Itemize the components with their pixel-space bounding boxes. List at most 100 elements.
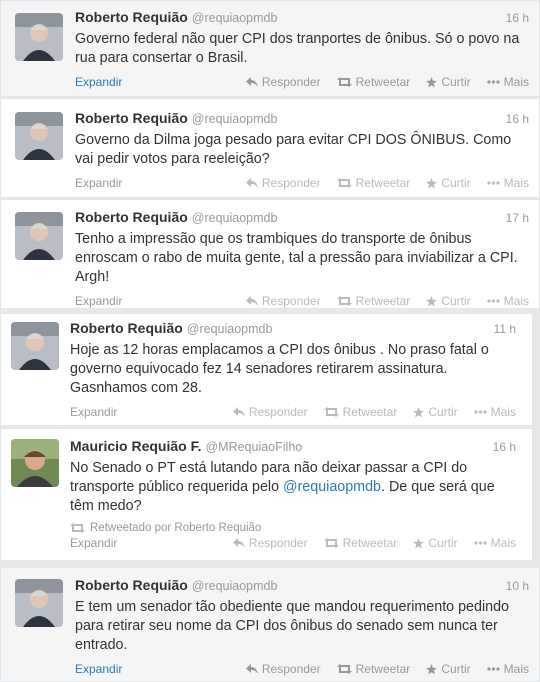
favorite-button[interactable]: Curtir <box>413 536 458 550</box>
reply-label: Responder <box>261 75 321 89</box>
reply-button[interactable]: Responder <box>232 405 308 419</box>
more-icon <box>487 80 500 84</box>
favorite-button[interactable]: Curtir <box>426 662 471 676</box>
author-name[interactable]: Roberto Requião <box>75 110 188 126</box>
favorite-label: Curtir <box>428 405 458 419</box>
retweet-button[interactable]: Retweetar <box>336 176 411 190</box>
more-label: Mais <box>490 536 516 550</box>
retweet-context: Retweetado por Roberto Requião <box>70 522 516 534</box>
more-icon <box>474 541 487 545</box>
more-label: Mais <box>503 662 529 676</box>
retweet-label: Retweetar <box>355 75 411 89</box>
author-handle[interactable]: @MRequiaoFilho <box>205 440 302 454</box>
favorite-button[interactable]: Curtir <box>426 75 471 89</box>
reply-button[interactable]: Responder <box>245 294 321 308</box>
tweet-text: Hoje as 12 horas emplacamos a CPI dos ôn… <box>70 342 489 396</box>
author-name[interactable]: Roberto Requião <box>75 209 188 225</box>
avatar[interactable] <box>15 112 63 160</box>
author-name[interactable]: Mauricio Requião F. <box>70 438 201 454</box>
author-handle[interactable]: @requiaopmdb <box>192 11 278 25</box>
reply-icon <box>245 296 258 306</box>
expand-link[interactable]: Expandir <box>75 176 122 190</box>
retweet-label: Retweetar <box>355 294 411 308</box>
author-handle[interactable]: @requiaopmdb <box>192 211 278 225</box>
more-button[interactable]: Mais <box>474 405 516 419</box>
avatar[interactable] <box>11 439 59 487</box>
author-name[interactable]: Roberto Requião <box>75 577 188 593</box>
tweet-card[interactable]: Mauricio Requião F. @MRequiaoFilho 16 h N… <box>0 428 533 561</box>
star-icon <box>426 76 438 87</box>
author-handle[interactable]: @requiaopmdb <box>192 112 278 126</box>
timestamp[interactable]: 16 h <box>493 440 516 454</box>
timestamp[interactable]: 10 h <box>506 579 529 593</box>
retweet-button[interactable]: Retweetar <box>336 75 411 89</box>
retweet-button[interactable]: Retweetar <box>336 662 411 676</box>
tweet-card[interactable]: Roberto Requião @requiaopmdb 16 h Governo… <box>0 98 540 198</box>
expand-link[interactable]: Expandir <box>70 405 117 419</box>
tweet-card[interactable]: Roberto Requião @requiaopmdb 11 h Hoje as… <box>0 313 533 426</box>
star-icon <box>426 177 438 188</box>
reply-button[interactable]: Responder <box>232 536 308 550</box>
retweeted-by-label[interactable]: Retweetado por Roberto Requião <box>90 522 261 534</box>
more-button[interactable]: Mais <box>487 176 529 190</box>
retweet-label: Retweetar <box>342 405 398 419</box>
retweet-icon <box>323 538 339 548</box>
favorite-button[interactable]: Curtir <box>426 294 471 308</box>
author-handle[interactable]: @requiaopmdb <box>187 322 273 336</box>
avatar[interactable] <box>11 322 59 370</box>
favorite-label: Curtir <box>441 662 471 676</box>
timestamp[interactable]: 16 h <box>506 112 529 126</box>
retweet-button[interactable]: Retweetar <box>323 536 397 550</box>
tweet-feed: Roberto Requião @requiaopmdb 16 h Governo… <box>0 0 540 682</box>
expand-link[interactable]: Expandir <box>75 294 122 308</box>
tweet-text: No Senado o PT está lutando para não dei… <box>70 459 516 516</box>
more-button[interactable]: Mais <box>487 294 529 308</box>
reply-label: Responder <box>261 662 321 676</box>
author-handle[interactable]: @requiaopmdb <box>192 579 278 593</box>
avatar[interactable] <box>15 212 63 260</box>
more-button[interactable]: Mais <box>474 536 516 550</box>
favorite-button[interactable]: Curtir <box>426 176 471 190</box>
timestamp[interactable]: 17 h <box>506 211 529 225</box>
more-label: Mais <box>503 176 529 190</box>
retweet-label: Retweetar <box>355 662 411 676</box>
reply-button[interactable]: Responder <box>245 176 321 190</box>
timestamp[interactable]: 11 h <box>494 322 516 336</box>
tweet-card[interactable]: Roberto Requião @requiaopmdb 17 h Tenho a… <box>0 199 540 309</box>
more-button[interactable]: Mais <box>487 75 529 89</box>
tweet-card[interactable]: Roberto Requião @requiaopmdb 10 h E tem u… <box>0 567 540 682</box>
avatar[interactable] <box>15 13 63 61</box>
retweet-button[interactable]: Retweetar <box>336 294 411 308</box>
reply-label: Responder <box>248 536 308 550</box>
star-icon <box>413 537 425 548</box>
retweet-icon <box>336 77 352 87</box>
avatar[interactable] <box>15 579 63 627</box>
more-label: Mais <box>490 405 516 419</box>
author-name[interactable]: Roberto Requião <box>70 320 183 336</box>
tweet-text: Tenho a impressão que os trambiques do t… <box>75 231 518 285</box>
star-icon <box>413 406 425 417</box>
author-name[interactable]: Roberto Requião <box>75 9 188 25</box>
retweet-label: Retweetar <box>355 176 411 190</box>
more-label: Mais <box>503 294 529 308</box>
expand-link[interactable]: Expandir <box>70 536 117 550</box>
star-icon <box>426 663 438 674</box>
expand-link[interactable]: Expandir <box>75 75 122 89</box>
more-icon <box>487 667 500 671</box>
retweet-icon <box>70 523 85 533</box>
more-button[interactable]: Mais <box>487 662 529 676</box>
reply-button[interactable]: Responder <box>245 75 321 89</box>
reply-button[interactable]: Responder <box>245 662 321 676</box>
reply-icon <box>232 407 245 417</box>
tweet-text: Governo federal não quer CPI dos tranpor… <box>75 31 520 66</box>
tweet-card[interactable]: Roberto Requião @requiaopmdb 16 h Governo… <box>0 0 540 97</box>
mention-link[interactable]: @requiaopmdb <box>283 479 381 495</box>
favorite-label: Curtir <box>441 176 471 190</box>
retweet-button[interactable]: Retweetar <box>323 405 398 419</box>
more-label: Mais <box>503 75 529 89</box>
expand-link[interactable]: Expandir <box>75 662 122 676</box>
timestamp[interactable]: 16 h <box>506 11 529 25</box>
retweet-icon <box>336 296 352 306</box>
favorite-button[interactable]: Curtir <box>413 405 458 419</box>
favorite-label: Curtir <box>441 75 471 89</box>
